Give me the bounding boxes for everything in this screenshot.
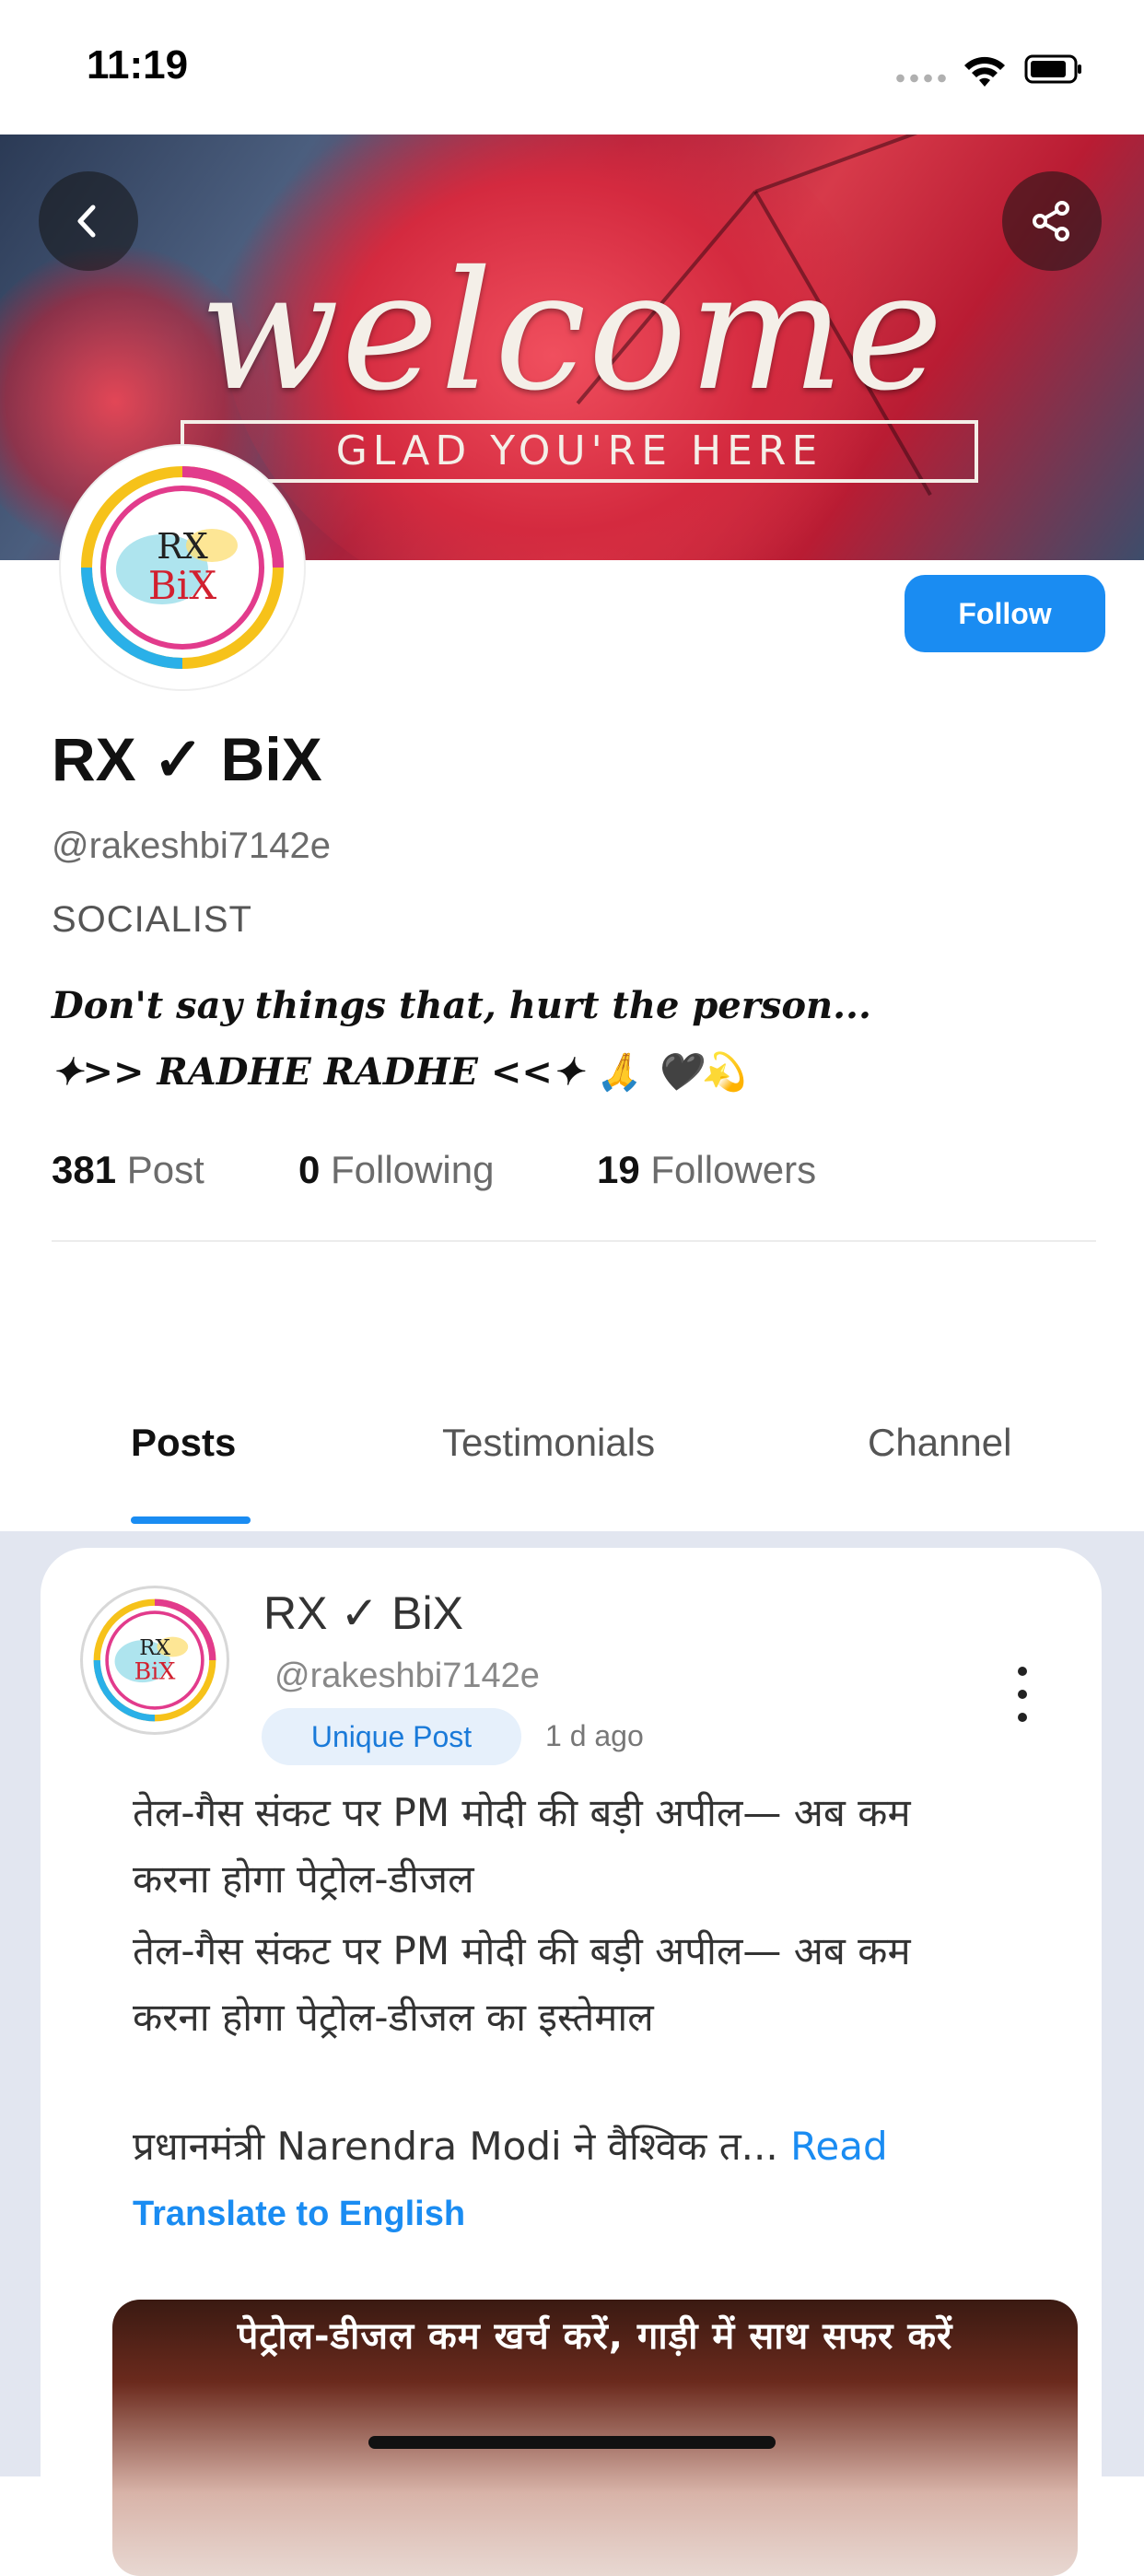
battery-icon (1024, 54, 1081, 84)
profile-bio-line: ✦>> RADHE RADHE <<✦ 🙏 🖤💫 (52, 1050, 747, 1094)
read-more-link[interactable]: Read (790, 2124, 888, 2169)
stat-count: 19 (597, 1148, 640, 1191)
posts-feed: RX BiX RX ✓ BiX @rakeshbi7142e Unique Po… (0, 1531, 1144, 2576)
banner-welcome-text: welcome (199, 236, 945, 427)
wifi-icon (964, 56, 1005, 87)
stat-label: Post (126, 1148, 204, 1191)
avatar-logo: RX BiX (90, 1596, 219, 1725)
post-author-name[interactable]: RX ✓ BiX (263, 1587, 463, 1640)
profile-bio-line: Don't say things that, hurt the person..… (52, 984, 871, 1027)
post-text-line: करना होगा पेट्रोल-डीजल (133, 1856, 474, 1902)
status-bar: 11:19 (0, 0, 1144, 135)
tab-posts[interactable]: Posts (131, 1421, 236, 1465)
stat-following[interactable]: 0 Following (298, 1148, 494, 1192)
more-options-icon[interactable] (1004, 1662, 1041, 1727)
stat-count: 0 (298, 1148, 321, 1191)
translate-link[interactable]: Translate to English (133, 2195, 465, 2234)
share-icon (1033, 201, 1069, 241)
post-timestamp: 1 d ago (545, 1719, 644, 1752)
avatar-logo: RX BiX (76, 461, 289, 674)
stat-label: Followers (650, 1148, 817, 1191)
profile-role: SOCIALIST (52, 899, 252, 940)
stat-label: Following (331, 1148, 495, 1191)
profile-handle: @rakeshbi7142e (52, 825, 332, 866)
post-card[interactable]: RX BiX RX ✓ BiX @rakeshbi7142e Unique Po… (41, 1548, 1102, 2576)
profile-avatar[interactable]: RX BiX (61, 446, 304, 689)
tab-testimonials[interactable]: Testimonials (442, 1421, 655, 1465)
post-text-line: प्रधानमंत्री Narendra Modi ने वैश्विक त.… (133, 2119, 888, 2172)
post-author-handle: @rakeshbi7142e (274, 1657, 540, 1695)
chevron-left-icon (77, 205, 96, 238)
svg-text:BiX: BiX (148, 563, 216, 608)
svg-text:BiX: BiX (134, 1657, 176, 1685)
stat-count: 381 (52, 1148, 117, 1191)
back-button[interactable] (39, 171, 138, 271)
active-tab-indicator (131, 1516, 251, 1524)
tab-channel[interactable]: Channel (868, 1421, 1011, 1465)
post-author-avatar[interactable]: RX BiX (83, 1588, 227, 1732)
post-text-line: तेल-गैस संकट पर PM मोदी की बड़ी अपील— अब… (133, 1928, 911, 1973)
svg-text:RX: RX (157, 526, 208, 567)
follow-button[interactable]: Follow (905, 575, 1105, 652)
home-indicator (368, 2436, 776, 2449)
post-image-caption: पेट्रोल-डीजल कम खर्च करें, गाड़ी में साथ… (237, 2315, 953, 2358)
post-text-excerpt: प्रधानमंत्री Narendra Modi ने वैश्विक त.… (133, 2124, 778, 2169)
profile-name: RX ✓ BiX (52, 725, 322, 793)
share-button[interactable] (1002, 171, 1102, 271)
banner-tagline: GLAD YOU'RE HERE (335, 427, 823, 474)
profile-tabs: Posts Testimonials Channel (0, 1391, 1144, 1529)
stat-posts[interactable]: 381 Post (52, 1148, 204, 1192)
status-time: 11:19 (87, 42, 189, 88)
signal-icon (893, 74, 949, 83)
post-text-line: तेल-गैस संकट पर PM मोदी की बड़ी अपील— अब… (133, 1790, 911, 1835)
stat-followers[interactable]: 19 Followers (597, 1148, 816, 1192)
divider (52, 1240, 1096, 1242)
post-type-badge: Unique Post (262, 1708, 521, 1765)
post-text-line: करना होगा पेट्रोल-डीजल का इस्तेमाल (133, 1995, 654, 2040)
